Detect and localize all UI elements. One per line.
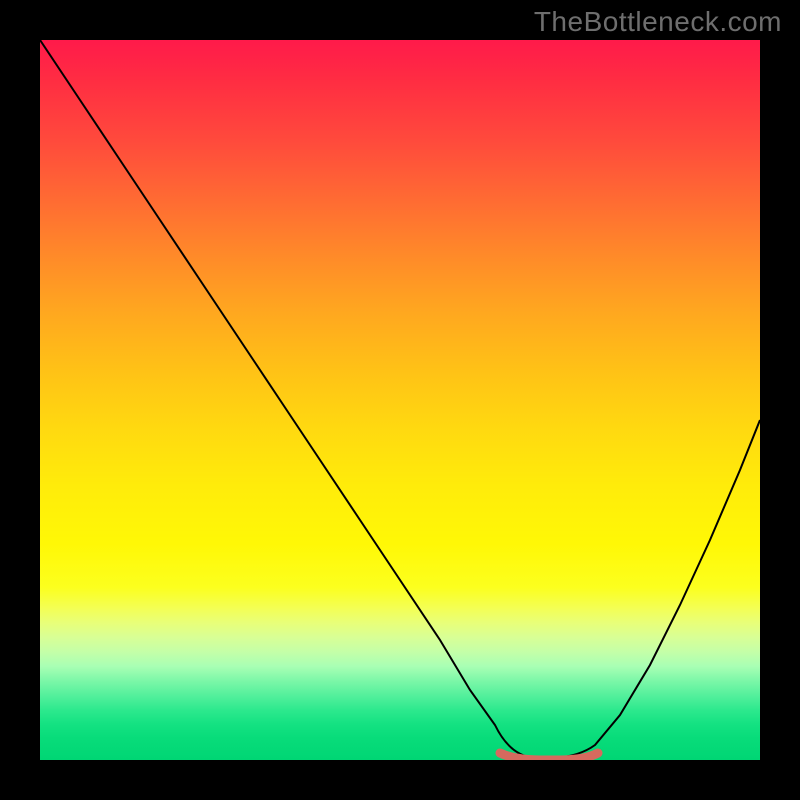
optimal-segment — [500, 753, 598, 760]
chart-frame: TheBottleneck.com — [0, 0, 800, 800]
curve-overlay — [40, 40, 760, 760]
bottleneck-curve — [40, 40, 760, 758]
plot-area — [40, 40, 760, 760]
watermark-text: TheBottleneck.com — [534, 6, 782, 38]
